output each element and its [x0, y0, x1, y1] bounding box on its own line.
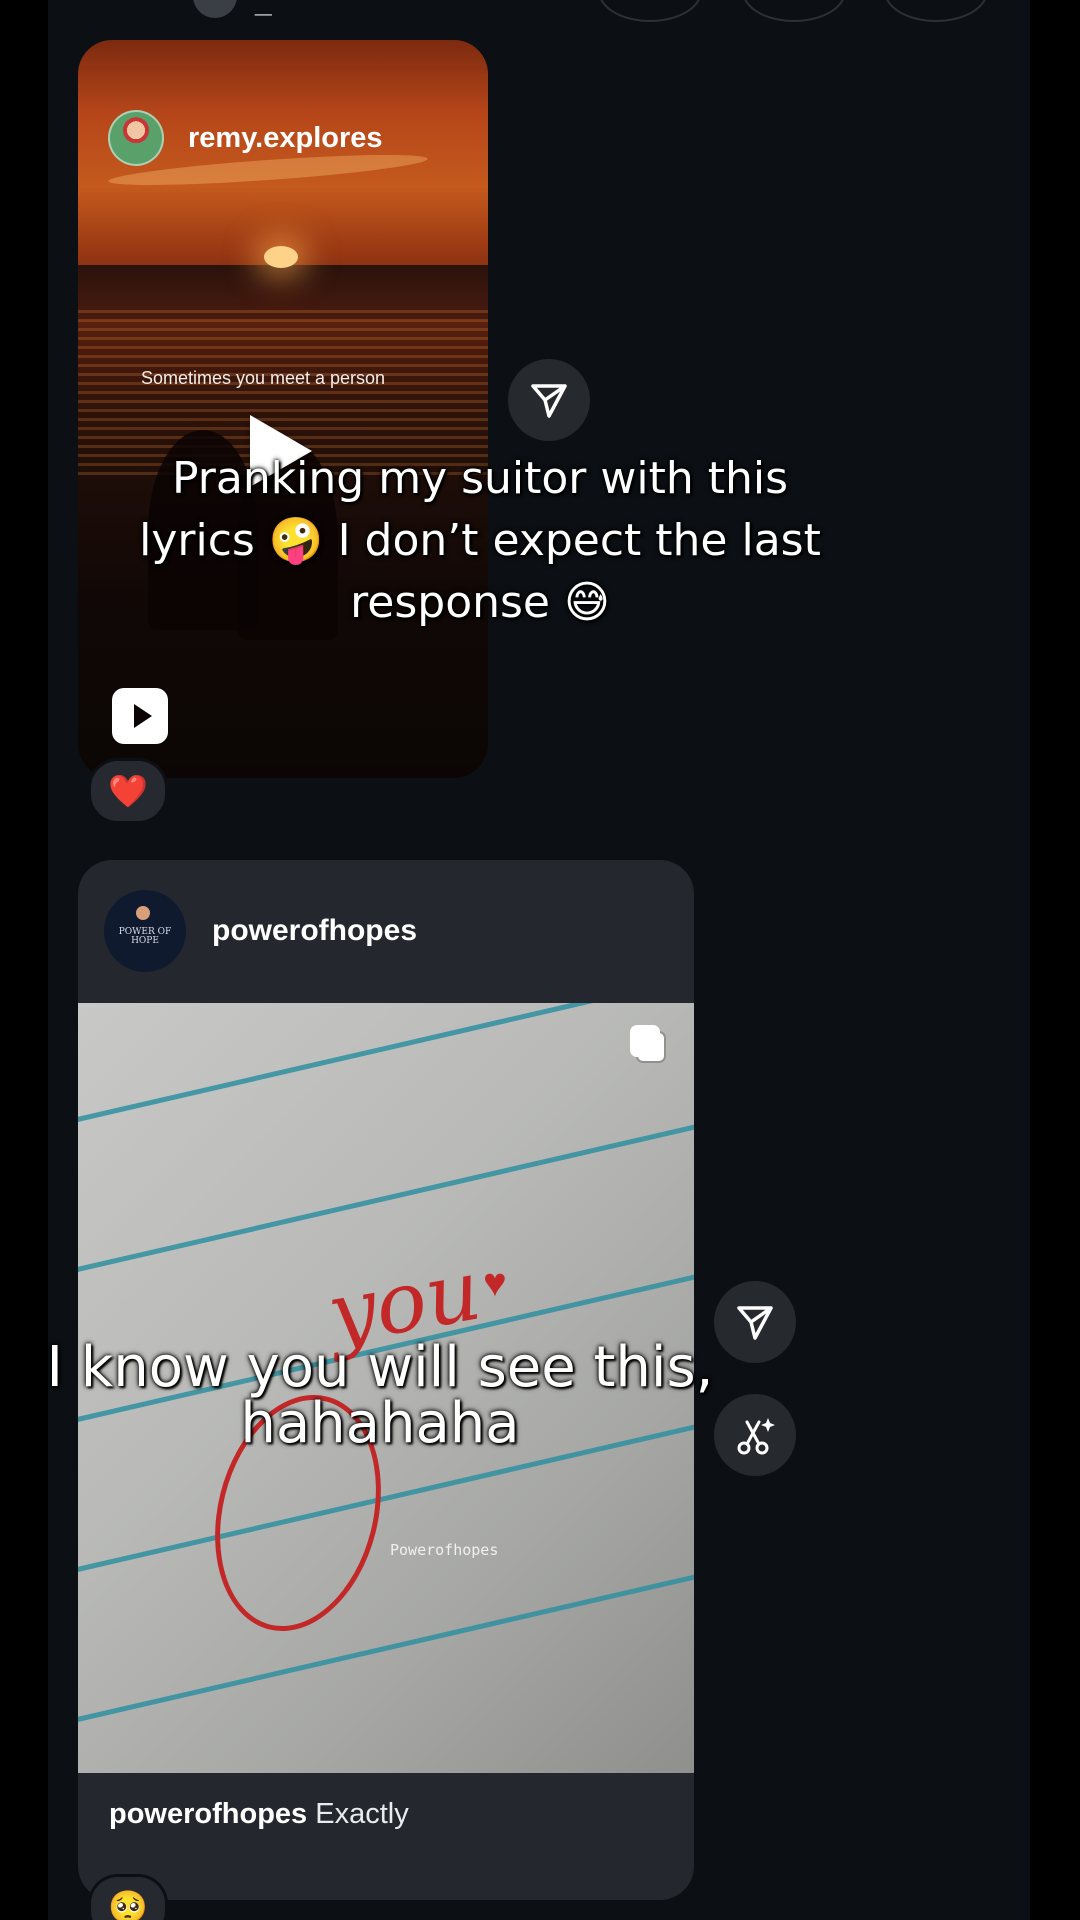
caption-username[interactable]: powerofhopes — [109, 1798, 307, 1830]
post-caption: powerofhopes Exactly — [109, 1798, 409, 1831]
notebook-line — [78, 1003, 694, 1134]
top-avatar[interactable] — [193, 0, 237, 18]
post-reaction[interactable]: 🥺 — [88, 1874, 168, 1920]
overlay-caption-top: Pranking my suitor with this lyrics 🤪 I … — [139, 453, 821, 628]
avatar-logo-icon — [136, 906, 150, 920]
reels-icon — [112, 688, 168, 744]
reel-author-username[interactable]: remy.explores — [188, 122, 383, 155]
top-username: _ — [255, 0, 272, 19]
notebook-line — [78, 1557, 694, 1734]
reel-reaction[interactable]: ❤️ — [88, 758, 168, 824]
share-button[interactable] — [508, 359, 590, 441]
overlay-caption-bottom: I know you will see this, hahahaha — [46, 1335, 714, 1456]
reel-author-avatar[interactable] — [108, 110, 164, 166]
multi-photo-icon — [630, 1025, 660, 1057]
reel-video-caption: Sometimes you meet a person — [140, 368, 386, 388]
shared-reel-card[interactable]: remy.explores Sometimes you meet a perso… — [78, 40, 488, 778]
paper-plane-icon — [737, 1306, 773, 1340]
screen: _ remy.explores Sometimes you meet a per… — [0, 0, 1080, 1920]
post-header[interactable]: POWER OF HOPE powerofhopes — [104, 890, 417, 972]
post-author-avatar[interactable]: POWER OF HOPE — [104, 890, 186, 972]
caption-text: Exactly — [315, 1798, 409, 1830]
top-action-button-3[interactable] — [884, 0, 988, 22]
image-watermark: Powerofhopes — [390, 1541, 499, 1559]
paper-plane-icon — [531, 384, 567, 418]
post-author-username[interactable]: powerofhopes — [212, 914, 417, 948]
avatar-logo-text: POWER OF HOPE — [118, 927, 172, 946]
reel-thumbnail-sun — [264, 246, 298, 268]
heart-icon: ♥ — [483, 1261, 507, 1305]
top-action-button-1[interactable] — [598, 0, 702, 22]
chat-thread[interactable]: _ remy.explores Sometimes you meet a per… — [48, 0, 1030, 1920]
top-action-button-2[interactable] — [742, 0, 846, 22]
reel-header[interactable]: remy.explores — [108, 110, 383, 166]
